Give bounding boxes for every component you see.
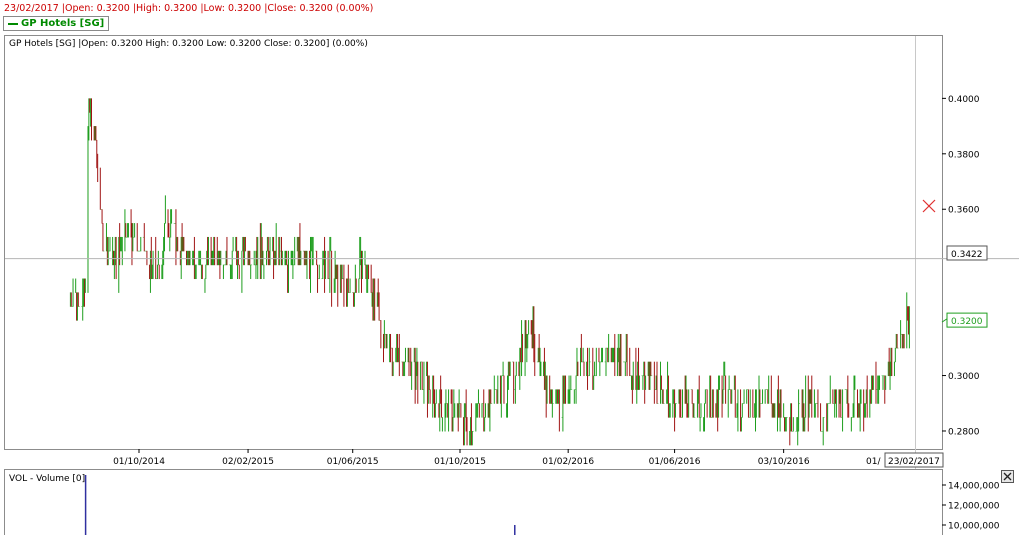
x-tick-label: 02/02/2015 — [222, 457, 274, 467]
volume-tick-label: 12,000,000 — [948, 502, 1000, 512]
x-tick-label: 03/10/2016 — [758, 457, 810, 467]
volume-y-axis: 14,000,000 12,000,000 10,000,000 — [942, 482, 1000, 532]
price-panel-title: GP Hotels [SG] |Open: 0.3200 High: 0.320… — [9, 39, 368, 49]
price-panel-frame — [4, 35, 943, 450]
close-panel-button[interactable] — [1001, 470, 1014, 483]
x-axis: 01/10/2014 02/02/2015 01/06/2015 01/10/2015… — [113, 449, 810, 467]
y-axis: 0.4000 0.3800 0.3600 0.3000 0.2800 — [942, 95, 980, 437]
x-tick-label: 01/06/2016 — [649, 457, 701, 467]
volume-tick-label: 14,000,000 — [948, 482, 1000, 492]
date-marker-label: 23/02/2017 — [888, 457, 940, 467]
x-tick-label: 01/10/2014 — [113, 457, 165, 467]
y-tick-label: 0.3600 — [948, 206, 980, 216]
last-price-value: 0.3200 — [951, 317, 983, 327]
y-tick-label: 0.3800 — [948, 150, 980, 160]
chart-canvas[interactable]: GP Hotels [SG] |Open: 0.3200 High: 0.320… — [0, 0, 1019, 535]
volume-panel-title: VOL - Volume [0] — [9, 474, 85, 484]
y-tick-label: 0.2800 — [948, 427, 980, 437]
x-tick-label: 01/02/2016 — [542, 457, 594, 467]
volume-bar — [84, 475, 87, 535]
x-tick-label-truncated: 01/ — [866, 457, 881, 467]
x-tick-label: 01/06/2015 — [327, 457, 379, 467]
x-tick-label: 01/10/2015 — [434, 457, 486, 467]
y-tick-label: 0.3000 — [948, 372, 980, 382]
volume-panel-frame — [4, 469, 943, 535]
volume-bar — [514, 525, 516, 535]
y-tick-label: 0.4000 — [948, 95, 980, 105]
crosshair-value: 0.3422 — [951, 250, 983, 260]
volume-tick-label: 10,000,000 — [948, 522, 1000, 532]
